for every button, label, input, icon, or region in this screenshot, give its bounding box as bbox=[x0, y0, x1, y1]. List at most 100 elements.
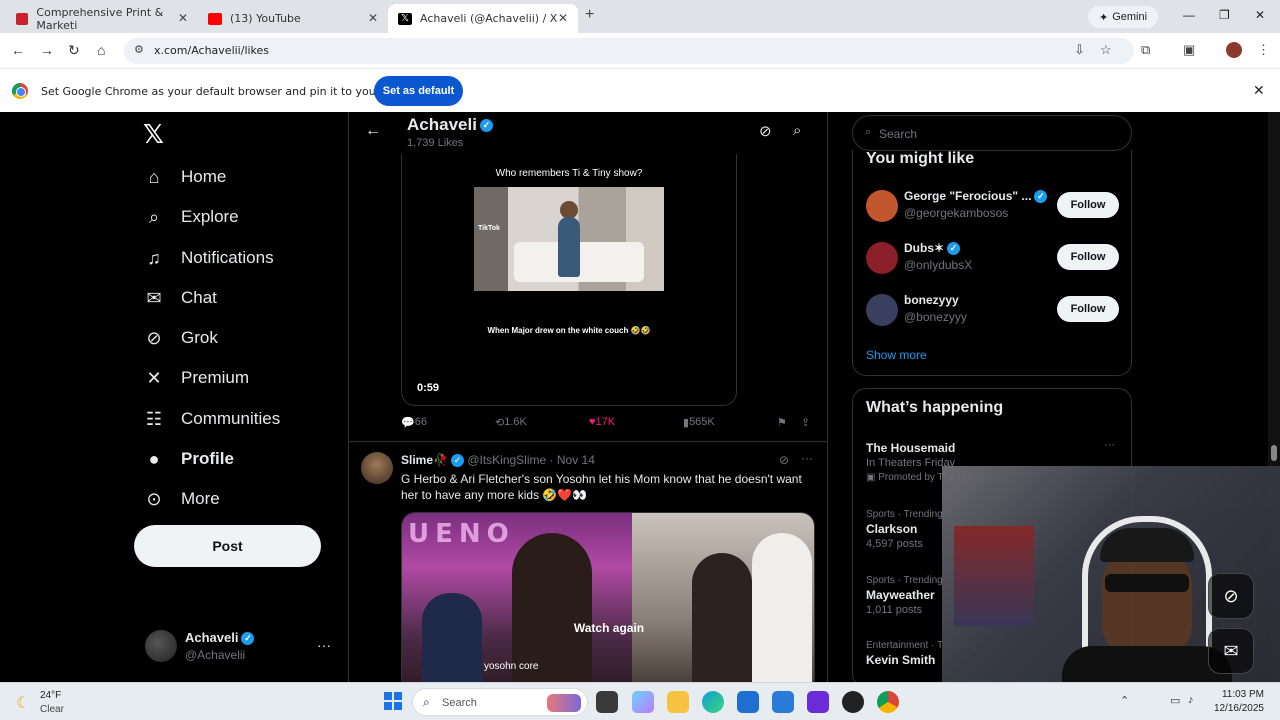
watch-again-button[interactable]: Watch again bbox=[402, 621, 814, 635]
tab-title: Achaveli (@Achavelii) / X bbox=[420, 12, 558, 25]
new-tab-button[interactable]: + bbox=[585, 6, 594, 24]
avatar[interactable] bbox=[866, 190, 898, 222]
window-close-icon[interactable]: ✕ bbox=[1255, 8, 1265, 22]
outlook-icon[interactable] bbox=[772, 691, 794, 713]
search-input[interactable]: ⌕ Search bbox=[852, 115, 1132, 151]
tab-print-marketing[interactable]: Comprehensive Print & Marketi ✕ bbox=[6, 4, 198, 33]
windows-start-icon[interactable] bbox=[384, 692, 402, 710]
volume-icon[interactable]: ♪ bbox=[1188, 694, 1194, 706]
tray-chevron-icon[interactable]: ⌃ bbox=[1120, 694, 1129, 707]
close-icon[interactable]: ✕ bbox=[368, 11, 378, 25]
man-figure-shape bbox=[752, 533, 812, 682]
tab-x-active[interactable]: 𝕏 Achaveli (@Achavelii) / X ✕ bbox=[388, 4, 578, 33]
install-app-icon[interactable]: ⇩ bbox=[1074, 42, 1085, 58]
avatar[interactable] bbox=[866, 294, 898, 326]
chatgpt-icon[interactable] bbox=[842, 691, 864, 713]
repost-button[interactable]: ⟲ 1.6K bbox=[495, 416, 527, 429]
tweet-author-handle[interactable]: @ItsKingSlime bbox=[467, 453, 546, 467]
bookmark-icon[interactable]: ⚑ bbox=[777, 416, 787, 429]
follow-button[interactable]: Follow bbox=[1057, 192, 1119, 218]
sidebar-item-chat[interactable]: ✉ Chat bbox=[143, 283, 217, 313]
close-icon[interactable]: ✕ bbox=[178, 11, 188, 25]
file-explorer-icon[interactable] bbox=[667, 691, 689, 713]
extensions-icon[interactable]: ⧉ bbox=[1141, 42, 1150, 58]
grok-icon[interactable]: ⊘ bbox=[759, 122, 772, 140]
bookmark-star-icon[interactable]: ☆ bbox=[1100, 42, 1112, 58]
suggestion-item[interactable]: bonezyyy @bonezyyy Follow bbox=[853, 290, 1133, 336]
dismiss-infobar-icon[interactable]: ✕ bbox=[1253, 82, 1265, 99]
taskbar-search[interactable]: ⌕ Search bbox=[412, 688, 588, 716]
verified-badge-icon: ✓ bbox=[947, 242, 961, 256]
close-icon[interactable]: ✕ bbox=[558, 11, 568, 25]
home-page-icon[interactable]: ⌂ bbox=[97, 42, 105, 58]
suggestion-item[interactable]: Dubs✶ ✓ @onlydubsX Follow bbox=[853, 238, 1133, 284]
show-more-link[interactable]: Show more bbox=[866, 348, 927, 362]
store-icon[interactable] bbox=[737, 691, 759, 713]
sidebar-item-premium[interactable]: ✕ Premium bbox=[143, 363, 249, 393]
messages-float-icon[interactable]: ✉ bbox=[1208, 628, 1254, 674]
avatar[interactable] bbox=[361, 452, 393, 484]
profile-avatar[interactable] bbox=[1226, 42, 1242, 58]
minimize-icon[interactable]: — bbox=[1183, 8, 1195, 22]
moon-icon: ☾ bbox=[16, 695, 31, 712]
sidebar-item-label: Chat bbox=[181, 288, 217, 307]
set-as-default-button[interactable]: Set as default bbox=[374, 76, 463, 106]
forward-arrow-icon[interactable]: → bbox=[40, 42, 54, 58]
suggestion-item[interactable]: George "Ferocious" ... ✓ @georgekambosos … bbox=[853, 186, 1133, 232]
taskbar-clock[interactable]: 11:03 PM 12/16/2025 bbox=[1208, 688, 1264, 716]
avatar[interactable] bbox=[866, 242, 898, 274]
task-view-icon[interactable] bbox=[596, 691, 618, 713]
follow-button[interactable]: Follow bbox=[1057, 244, 1119, 270]
sidebar-item-grok[interactable]: ⊘ Grok bbox=[143, 323, 217, 353]
sidebar-item-notifications[interactable]: ♫ Notifications bbox=[143, 243, 273, 273]
sidebar-item-more[interactable]: ⊙ More bbox=[143, 484, 220, 514]
sidebar-item-label: More bbox=[181, 489, 220, 508]
more-dots-icon[interactable]: ··· bbox=[801, 451, 813, 465]
copilot-icon[interactable] bbox=[632, 691, 654, 713]
back-arrow-icon[interactable]: ← bbox=[11, 42, 25, 58]
video-duration: 0:59 bbox=[417, 382, 440, 394]
chrome-menu-icon[interactable]: ⋮ bbox=[1257, 42, 1270, 58]
person-icon: ● bbox=[148, 448, 160, 469]
chrome-taskbar-icon[interactable] bbox=[877, 691, 899, 713]
child-figure-shape bbox=[422, 593, 482, 682]
sidebar-item-communities[interactable]: ☷ Communities bbox=[143, 404, 280, 434]
tweet-date[interactable]: · Nov 14 bbox=[550, 453, 595, 467]
address-bar[interactable]: ⚙ x.com/Achavelii/likes bbox=[124, 38, 1134, 64]
back-arrow-icon[interactable]: ← bbox=[365, 122, 381, 140]
sidebar-item-home[interactable]: ⌂ Home bbox=[143, 162, 227, 192]
search-icon[interactable]: ⌕ bbox=[793, 122, 801, 139]
site-info-icon[interactable]: ⚙ bbox=[134, 43, 144, 56]
gemini-button[interactable]: ✦ Gemini bbox=[1088, 6, 1158, 28]
scrollbar-thumb[interactable] bbox=[1271, 445, 1277, 461]
post-button[interactable]: Post bbox=[134, 525, 321, 567]
search-icon: ⌕ bbox=[148, 206, 160, 227]
follow-button[interactable]: Follow bbox=[1057, 296, 1119, 322]
reload-icon[interactable]: ↻ bbox=[68, 42, 80, 59]
video-caption-top: Who remembers Ti & Tiny show? bbox=[495, 168, 643, 179]
browser-toolbar: ← → ↻ ⌂ ⚙ x.com/Achavelii/likes ⇩ ☆ ⧉ ▣ … bbox=[0, 33, 1280, 68]
tweet-video[interactable]: Who remembers Ti & Tiny show? TikTok Whe… bbox=[401, 154, 737, 406]
suggestion-name: bonezyyy bbox=[904, 293, 959, 307]
network-icon[interactable]: ▭ bbox=[1170, 694, 1180, 707]
like-button[interactable]: ♥ 17K bbox=[589, 416, 615, 428]
tweet-media[interactable]: UENO yosohn core Watch again bbox=[401, 512, 815, 682]
sidebar-item-label: Profile bbox=[181, 449, 234, 468]
tab-youtube[interactable]: (13) YouTube ✕ bbox=[198, 4, 388, 33]
reply-button[interactable]: 💬 66 bbox=[401, 416, 427, 429]
more-dots-icon[interactable]: ··· bbox=[1104, 439, 1115, 451]
grok-float-icon[interactable]: ⊘ bbox=[1208, 573, 1254, 619]
sidebar-item-profile[interactable]: ● Profile bbox=[143, 444, 234, 474]
x-logo-icon[interactable]: 𝕏 bbox=[143, 120, 164, 150]
grok-icon[interactable]: ⊘ bbox=[779, 453, 789, 467]
restore-icon[interactable]: ❐ bbox=[1219, 8, 1230, 22]
side-panel-icon[interactable]: ▣ bbox=[1183, 42, 1195, 58]
more-dots-icon[interactable]: ··· bbox=[317, 637, 331, 653]
tweet-item[interactable]: Slime🥀 ✓ @ItsKingSlime · Nov 14 ⊘ ··· G H… bbox=[349, 442, 827, 682]
share-icon[interactable]: ⇪ bbox=[801, 416, 810, 429]
tweet-author-name[interactable]: Slime🥀 bbox=[401, 453, 448, 467]
creative-app-icon[interactable] bbox=[807, 691, 829, 713]
sidebar-item-explore[interactable]: ⌕ Explore bbox=[143, 202, 239, 232]
views-button[interactable]: ▮ 565K bbox=[683, 416, 715, 429]
edge-icon[interactable] bbox=[702, 691, 724, 713]
